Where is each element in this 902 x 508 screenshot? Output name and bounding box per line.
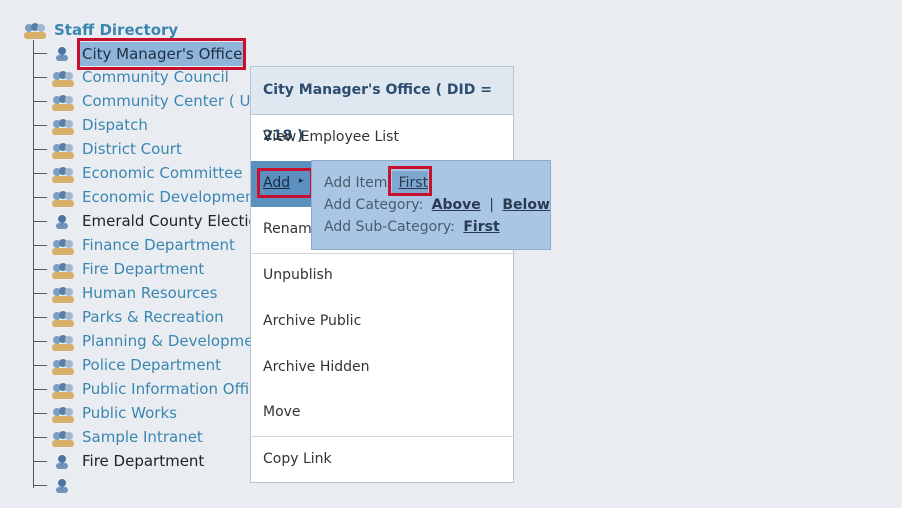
- tree-item-label[interactable]: Sample Intranet: [82, 427, 203, 447]
- group-people-icon: [50, 142, 76, 160]
- add-item-label: Add Item:: [324, 175, 393, 191]
- group-people-icon: [50, 430, 76, 448]
- tree-item[interactable]: Human Resources: [0, 282, 260, 306]
- link-separator: |: [489, 197, 494, 213]
- add-category-label: Add Category:: [324, 197, 424, 213]
- tree-branch: [33, 413, 47, 414]
- menu-item-archive-public[interactable]: Archive Public: [263, 313, 361, 329]
- tree-item-label[interactable]: Public Works: [82, 403, 177, 423]
- context-menu: City Manager's Office ( DID = 218 ) View…: [250, 66, 514, 483]
- menu-divider: [251, 436, 513, 437]
- tree-branch: [33, 461, 47, 462]
- tree-branch: [33, 197, 47, 198]
- menu-item-move[interactable]: Move: [263, 404, 301, 420]
- person-icon: [53, 478, 71, 494]
- menu-item-archive-hidden[interactable]: Archive Hidden: [263, 359, 370, 375]
- staff-directory-tree: Staff Directory City Manager's Office Co…: [0, 0, 260, 508]
- add-category-above-link[interactable]: Above: [432, 197, 481, 213]
- tree-branch: [33, 365, 47, 366]
- group-people-icon: [50, 190, 76, 208]
- group-people-icon: [50, 262, 76, 280]
- add-category-below-link[interactable]: Below: [502, 197, 550, 213]
- tree-item[interactable]: Sample Intranet: [0, 426, 260, 450]
- group-people-icon: [50, 286, 76, 304]
- add-subcategory-first-link[interactable]: First: [463, 219, 499, 235]
- group-people-icon: [50, 310, 76, 328]
- highlight-box-first: [388, 166, 432, 196]
- tree-item[interactable]: Parks & Recreation: [0, 306, 260, 330]
- tree-item-label[interactable]: Police Department: [82, 355, 221, 375]
- group-people-icon: [50, 70, 76, 88]
- folder-people-icon[interactable]: [22, 22, 48, 44]
- tree-item-label[interactable]: Public Information Offic: [82, 379, 257, 399]
- tree-item-label[interactable]: Emerald County Electio: [82, 211, 258, 231]
- tree-item-label[interactable]: Finance Department: [82, 235, 235, 255]
- group-people-icon: [50, 358, 76, 376]
- person-icon: [53, 454, 71, 470]
- person-icon: [53, 214, 71, 230]
- tree-item-label[interactable]: District Court: [82, 139, 182, 159]
- tree-item-label[interactable]: Community Council: [82, 67, 229, 87]
- tree-branch: [33, 101, 47, 102]
- group-people-icon: [50, 382, 76, 400]
- tree-item[interactable]: Community Center ( Un: [0, 90, 260, 114]
- tree-item[interactable]: Public Information Offic: [0, 378, 260, 402]
- tree-branch: [33, 173, 47, 174]
- tree-item[interactable]: Fire Department: [0, 258, 260, 282]
- tree-item-label[interactable]: Parks & Recreation: [82, 307, 224, 327]
- tree-branch: [33, 149, 47, 150]
- tree-item[interactable]: Fire Department: [0, 450, 260, 474]
- tree-root-label[interactable]: Staff Directory: [54, 21, 178, 39]
- group-people-icon: [50, 118, 76, 136]
- menu-item-unpublish[interactable]: Unpublish: [263, 267, 333, 283]
- tree-branch: [33, 317, 47, 318]
- tree-item-label[interactable]: Fire Department: [82, 451, 204, 471]
- highlight-box-add: [257, 168, 313, 198]
- tree-branch: [33, 485, 47, 486]
- tree-item-label[interactable]: Community Center ( Un: [82, 91, 260, 111]
- tree-branch: [33, 341, 47, 342]
- menu-item-rename[interactable]: Renam: [263, 221, 312, 237]
- tree-item[interactable]: Community Council: [0, 66, 260, 90]
- tree-item[interactable]: Economic Development: [0, 186, 260, 210]
- tree-item-label[interactable]: Economic Development: [82, 187, 260, 207]
- menu-divider: [251, 253, 513, 254]
- tree-branch: [33, 53, 47, 54]
- tree-branch: [33, 269, 47, 270]
- tree-item[interactable]: Police Department: [0, 354, 260, 378]
- tree-item[interactable]: Finance Department: [0, 234, 260, 258]
- tree-item[interactable]: Emerald County Electio: [0, 210, 260, 234]
- group-people-icon: [50, 238, 76, 256]
- tree-item-label[interactable]: Planning & Developme: [82, 331, 253, 351]
- tree-branch: [33, 437, 47, 438]
- tree-branch: [33, 245, 47, 246]
- person-icon: [53, 46, 71, 62]
- add-category-row: Add Category: Above | Below: [324, 197, 550, 213]
- group-people-icon: [50, 334, 76, 352]
- tree-item[interactable]: Planning & Developme: [0, 330, 260, 354]
- tree-item-label[interactable]: Human Resources: [82, 283, 217, 303]
- group-people-icon: [50, 94, 76, 112]
- menu-item-copy-link[interactable]: Copy Link: [263, 451, 332, 467]
- tree-item[interactable]: Dispatch: [0, 114, 260, 138]
- tree-branch: [33, 293, 47, 294]
- tree-item[interactable]: Public Works: [0, 402, 260, 426]
- tree-item-label[interactable]: Economic Committee: [82, 163, 243, 183]
- tree-branch: [33, 77, 47, 78]
- tree-branch: [33, 125, 47, 126]
- tree-item[interactable]: District Court: [0, 138, 260, 162]
- tree-branch: [33, 389, 47, 390]
- menu-item-view-employee-list[interactable]: View Employee List: [263, 129, 399, 145]
- add-subcategory-row: Add Sub-Category: First: [324, 219, 500, 235]
- group-people-icon: [50, 166, 76, 184]
- tree-item-label[interactable]: Dispatch: [82, 115, 148, 135]
- tree-item-label[interactable]: Fire Department: [82, 259, 204, 279]
- add-subcategory-label: Add Sub-Category:: [324, 219, 455, 235]
- group-people-icon: [50, 406, 76, 424]
- tree-item[interactable]: [0, 474, 260, 498]
- tree-item[interactable]: Economic Committee: [0, 162, 260, 186]
- context-menu-header: City Manager's Office ( DID = 218 ): [251, 67, 513, 144]
- tree-branch: [33, 221, 47, 222]
